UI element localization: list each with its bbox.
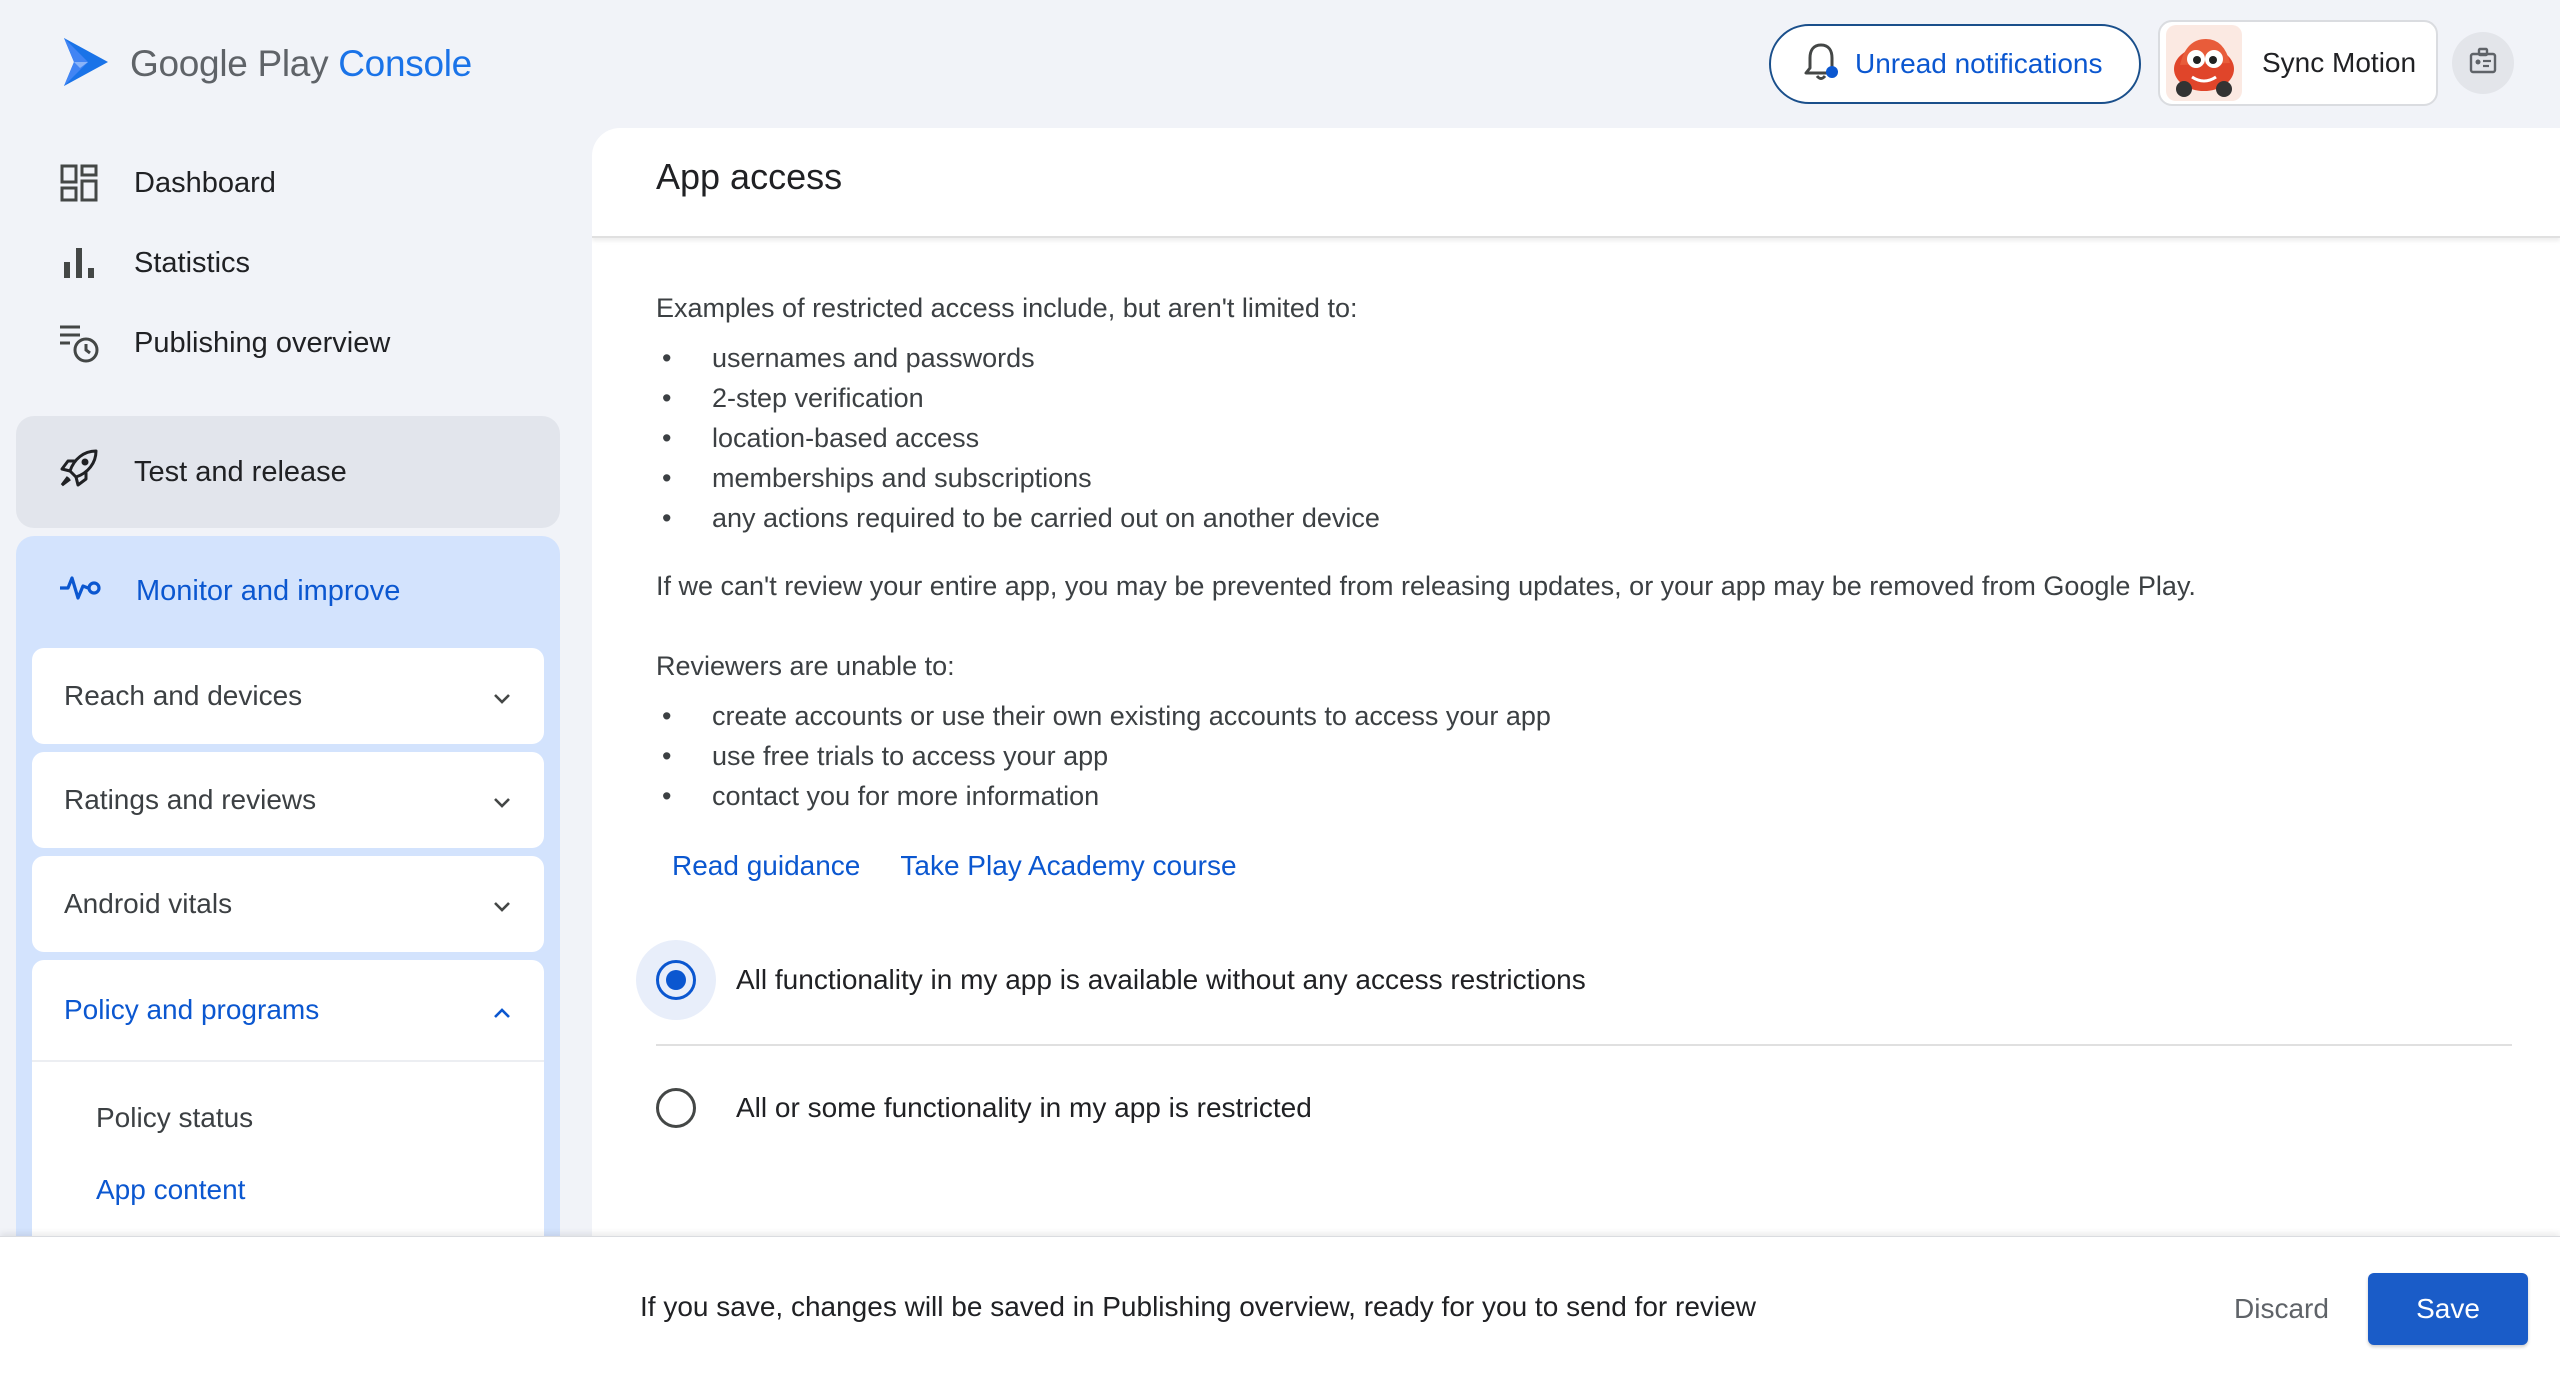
badge-icon bbox=[2468, 46, 2498, 81]
policy-submenu: Policy status App content bbox=[32, 1062, 544, 1256]
option-label: All functionality in my app is available… bbox=[736, 964, 1586, 995]
subitem-label: App content bbox=[96, 1174, 246, 1205]
account-switcher[interactable]: Sync Motion bbox=[2158, 20, 2438, 106]
restricted-intro: Examples of restricted access include, b… bbox=[656, 293, 1358, 323]
list-item: use free trials to access your app bbox=[656, 736, 2516, 776]
list-item: usernames and passwords bbox=[656, 338, 2516, 378]
sidebar-item-monitor-and-improve[interactable]: Monitor and improve bbox=[58, 572, 400, 610]
reviewers-intro: Reviewers are unable to: bbox=[656, 651, 955, 681]
save-bar-message: If you save, changes will be saved in Pu… bbox=[640, 1291, 1756, 1322]
option-divider bbox=[656, 1044, 2512, 1046]
radio-button-selected[interactable] bbox=[656, 960, 696, 1000]
sidebar-item-test-and-release[interactable]: Test and release bbox=[16, 416, 560, 528]
radio-halo bbox=[636, 1068, 716, 1148]
play-console-logo-icon bbox=[58, 34, 114, 95]
publishing-icon bbox=[58, 322, 100, 364]
bell-icon bbox=[1801, 39, 1841, 90]
logo-google-play-text: Google Play bbox=[130, 43, 329, 84]
main-content-card: App access Examples of restricted access… bbox=[592, 128, 2560, 1288]
option-label: All or some functionality in my app is r… bbox=[736, 1092, 1312, 1123]
sidebar-item-label: Statistics bbox=[134, 246, 251, 279]
save-button[interactable]: Save bbox=[2368, 1273, 2528, 1345]
sidebar-monitor-section: Monitor and improve Reach and devices Ra… bbox=[16, 536, 560, 1256]
section-label: Android vitals bbox=[64, 888, 233, 919]
section-label: Reach and devices bbox=[64, 680, 303, 711]
bar-chart-icon bbox=[58, 242, 100, 284]
discard-button[interactable]: Discard bbox=[2210, 1273, 2353, 1345]
reviewers-list: create accounts or use their own existin… bbox=[656, 696, 2516, 816]
sidebar-item-statistics[interactable]: Statistics bbox=[58, 242, 250, 284]
save-bar: If you save, changes will be saved in Pu… bbox=[0, 1236, 2560, 1376]
option-no-restrictions[interactable]: All functionality in my app is available… bbox=[636, 940, 1586, 1020]
developer-account-button[interactable] bbox=[2452, 32, 2514, 94]
review-warning: If we can't review your entire app, you … bbox=[656, 571, 2196, 601]
sidebar-item-publishing-overview[interactable]: Publishing overview bbox=[58, 322, 390, 364]
sidebar-section-reach-and-devices[interactable]: Reach and devices bbox=[32, 648, 544, 744]
rocket-icon bbox=[58, 447, 100, 497]
dashboard-icon bbox=[58, 162, 100, 204]
notifications-label: Unread notifications bbox=[1855, 48, 2103, 79]
sidebar-subitem-app-content[interactable]: App content bbox=[96, 1174, 245, 1206]
unread-notifications-button[interactable]: Unread notifications bbox=[1769, 24, 2141, 104]
sidebar-item-label: Publishing overview bbox=[134, 326, 391, 359]
sidebar-section-android-vitals[interactable]: Android vitals bbox=[32, 856, 544, 952]
chevron-down-icon bbox=[492, 888, 512, 920]
option-restricted[interactable]: All or some functionality in my app is r… bbox=[636, 1068, 1312, 1148]
app-access-description: Examples of restricted access include, b… bbox=[656, 288, 2516, 882]
read-guidance-link[interactable]: Read guidance bbox=[672, 850, 860, 882]
sidebar-item-label: Dashboard bbox=[134, 166, 276, 199]
list-item: contact you for more information bbox=[656, 776, 2516, 816]
sidebar-item-label: Test and release bbox=[134, 455, 347, 488]
logo-text: Google Play Console bbox=[130, 43, 472, 85]
list-item: memberships and subscriptions bbox=[656, 458, 2516, 498]
google-play-console-logo[interactable]: Google Play Console bbox=[58, 34, 472, 94]
account-name: Sync Motion bbox=[2262, 47, 2417, 78]
play-academy-course-link[interactable]: Take Play Academy course bbox=[900, 850, 1236, 882]
list-item: location-based access bbox=[656, 418, 2516, 458]
chevron-up-icon bbox=[492, 994, 512, 1026]
logo-console-text: Console bbox=[338, 43, 472, 84]
list-item: any actions required to be carried out o… bbox=[656, 498, 2516, 538]
subitem-label: Policy status bbox=[96, 1102, 254, 1133]
sidebar-section-policy-and-programs[interactable]: Policy and programs bbox=[32, 960, 544, 1060]
page-title: App access bbox=[592, 128, 2560, 238]
sidebar-subitem-policy-status[interactable]: Policy status bbox=[96, 1102, 253, 1134]
radio-halo bbox=[636, 940, 716, 1020]
help-links: Read guidance Take Play Academy course bbox=[656, 850, 2516, 882]
section-label: Policy and programs bbox=[64, 994, 320, 1025]
chevron-down-icon bbox=[492, 784, 512, 816]
pulse-icon bbox=[58, 572, 102, 610]
sidebar-item-dashboard[interactable]: Dashboard bbox=[58, 162, 276, 204]
list-item: create accounts or use their own existin… bbox=[656, 696, 2516, 736]
radio-button[interactable] bbox=[656, 1088, 696, 1128]
chevron-down-icon bbox=[492, 680, 512, 712]
restricted-examples-list: usernames and passwords 2-step verificat… bbox=[656, 338, 2516, 538]
list-item: 2-step verification bbox=[656, 378, 2516, 418]
section-label: Ratings and reviews bbox=[64, 784, 317, 815]
sidebar-section-ratings-and-reviews[interactable]: Ratings and reviews bbox=[32, 752, 544, 848]
avatar bbox=[2166, 25, 2242, 101]
sidebar-item-label: Monitor and improve bbox=[136, 574, 401, 607]
